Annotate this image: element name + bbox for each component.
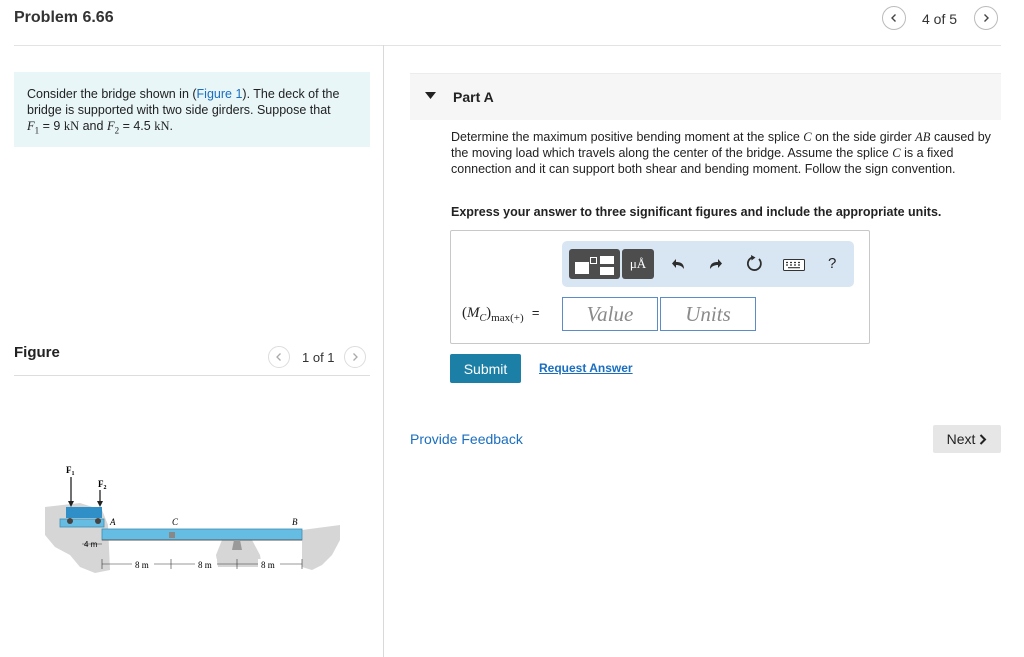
splice-c-symbol: C	[803, 130, 812, 144]
f1-sub: 1	[34, 125, 40, 136]
splice-c-marker	[169, 532, 175, 538]
figure-next-button[interactable]	[344, 346, 366, 368]
f2-unit: kN	[154, 119, 170, 133]
moment-subscript: max(+)	[491, 312, 524, 324]
f2-value: = 4.5	[122, 119, 151, 133]
keyboard-icon[interactable]	[783, 259, 805, 271]
header-divider	[14, 45, 1001, 46]
f2-sub: 2	[114, 125, 120, 136]
previous-problem-button[interactable]	[882, 6, 906, 30]
template-small-box-icon	[590, 257, 597, 264]
redo-icon[interactable]	[708, 257, 722, 271]
next-button[interactable]: Next	[933, 425, 1001, 453]
problem-intro: Consider the bridge shown in (Figure 1).…	[14, 72, 370, 147]
right-abutment	[302, 525, 340, 570]
truck-wheel-rear	[67, 518, 73, 524]
and-word: and	[82, 119, 104, 133]
column-divider	[383, 45, 384, 657]
next-problem-button[interactable]	[974, 6, 998, 30]
chevron-right-icon	[353, 353, 358, 361]
moving-load-truck	[66, 507, 102, 518]
point-b-label: B	[292, 517, 298, 527]
bridge-deck	[101, 528, 303, 541]
undo-icon[interactable]	[672, 257, 686, 271]
answer-instruction: Express your answer to three significant…	[451, 205, 942, 219]
template-block-icon	[600, 256, 614, 264]
f1-value: = 9	[42, 119, 61, 133]
template-block-icon	[600, 267, 614, 275]
units-button[interactable]: μÅ	[622, 249, 654, 279]
f1-label: F1	[66, 465, 75, 477]
part-a-header[interactable]	[410, 73, 1001, 120]
girder-ab-symbol: AB	[915, 130, 931, 144]
f1-symbol: F	[27, 119, 35, 133]
f2-label: F2	[98, 479, 107, 491]
f1-unit: kN	[63, 119, 80, 133]
figure-heading: Figure	[14, 344, 60, 361]
f2-symbol: F	[106, 119, 115, 133]
chevron-right-icon	[980, 433, 987, 445]
templates-button[interactable]	[569, 249, 620, 279]
chevron-left-icon	[276, 353, 281, 361]
intro-text: Consider the bridge shown in (	[27, 87, 197, 101]
figure-previous-button[interactable]	[268, 346, 290, 368]
dim-8m-label-2: 8 m	[198, 560, 212, 570]
figure-divider	[14, 375, 370, 376]
f2-arrowhead	[97, 501, 103, 507]
value-input[interactable]: Value	[562, 297, 658, 331]
question-fragment: on the side girder	[815, 130, 912, 144]
provide-feedback-link[interactable]: Provide Feedback	[410, 431, 523, 447]
submit-button[interactable]: Submit	[450, 354, 521, 383]
reset-icon[interactable]	[746, 255, 763, 272]
moment-symbol: M	[467, 305, 480, 321]
dim-8m-label-1: 8 m	[135, 560, 149, 570]
chevron-left-icon	[891, 14, 896, 22]
math-toolbar: μÅ ?	[562, 241, 854, 287]
point-c-label: C	[172, 517, 179, 527]
collapse-triangle-icon[interactable]	[425, 92, 436, 100]
truck-wheel-front	[95, 518, 101, 524]
bridge-figure: F1 F2 A C B 4 m 8 m 8 m 8 m	[45, 465, 340, 573]
request-answer-link[interactable]: Request Answer	[539, 361, 633, 375]
figure-pager-count: 1 of 1	[302, 350, 335, 365]
dim-8m-label-3: 8 m	[261, 560, 275, 570]
help-button[interactable]: ?	[828, 255, 836, 272]
splice-c-symbol: C	[892, 146, 901, 160]
problem-pager-count: 4 of 5	[922, 11, 958, 27]
units-input[interactable]: Units	[660, 297, 756, 331]
figure-link[interactable]: Figure 1	[197, 87, 243, 101]
period: .	[169, 119, 173, 133]
problem-title: Problem 6.66	[14, 9, 114, 26]
question-text: Determine the maximum positive bending m…	[451, 129, 1003, 177]
template-block-icon	[575, 262, 589, 274]
part-label: Part A	[453, 89, 494, 105]
question-fragment: Determine the maximum positive bending m…	[451, 130, 800, 144]
chevron-right-icon	[984, 14, 989, 22]
dim-4m-label: 4 m	[84, 540, 98, 549]
point-a-label: A	[109, 517, 116, 527]
equals-sign: =	[531, 305, 540, 320]
next-label: Next	[946, 431, 976, 447]
answer-variable: (MC)max(+) =	[462, 304, 539, 324]
